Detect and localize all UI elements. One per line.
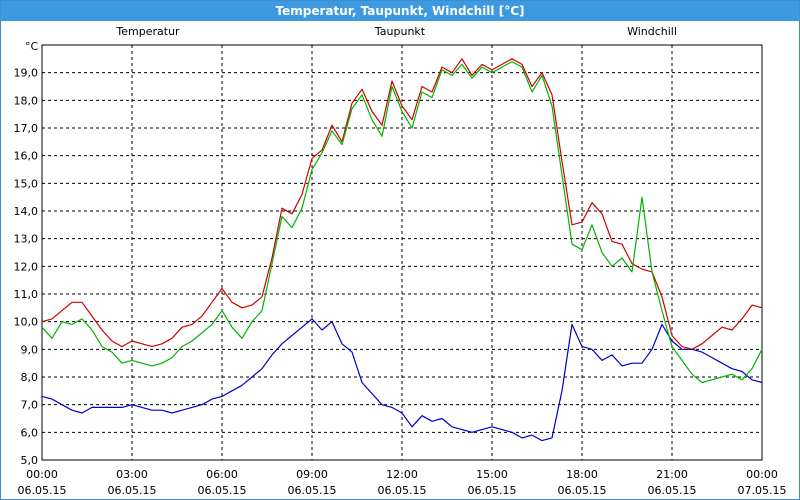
y-axis-unit: °C	[25, 40, 39, 53]
series-line-taupunkt	[41, 318, 763, 442]
y-tick-label: 15,0	[14, 177, 39, 190]
x-tick-date: 06.05.15	[18, 484, 67, 497]
y-axis-ticks: 5,0 6,0 7,0 8,0 9,0 10,0 11,0 12,0 13,0 14,0 15,0 1…	[14, 67, 39, 467]
x-tick-date: 07.05.15	[738, 484, 787, 497]
x-tick-time: 09:00	[296, 468, 328, 481]
y-tick-label: 17,0	[14, 122, 39, 135]
x-tick-time: 06:00	[206, 468, 238, 481]
y-tick-label: 12,0	[14, 260, 39, 273]
x-axis-ticks: 00:00 06.05.15 03:00 06.05.15 06:00 06.05.15 0…	[18, 468, 787, 497]
y-tick-label: 14,0	[14, 205, 39, 218]
y-tick-label: 8,0	[21, 371, 39, 384]
legend-windchill: Windchill	[627, 25, 677, 38]
y-tick-label: 7,0	[21, 399, 39, 412]
legend-taupunkt: Taupunkt	[374, 25, 426, 38]
x-tick-time: 00:00	[26, 468, 58, 481]
chart-legend: Temperatur Taupunkt Windchill	[115, 25, 677, 38]
x-tick-time: 15:00	[476, 468, 508, 481]
y-tick-label: 6,0	[21, 426, 39, 439]
y-tick-label: 10,0	[14, 316, 39, 329]
x-tick-time: 18:00	[566, 468, 598, 481]
x-tick-date: 06.05.15	[468, 484, 517, 497]
x-tick-date: 06.05.15	[108, 484, 157, 497]
grid-lines	[42, 45, 762, 460]
x-tick-time: 03:00	[116, 468, 148, 481]
y-tick-label: 19,0	[14, 67, 39, 80]
y-tick-label: 5,0	[21, 454, 39, 467]
x-tick-date: 06.05.15	[378, 484, 427, 497]
x-tick-time: 00:00	[746, 468, 778, 481]
chart-area: °C 5,0 6,0 7,0 8,0 9,0 10,0 11,0 12,0 13,0 14,0 15…	[14, 25, 787, 497]
y-tick-label: 16,0	[14, 150, 39, 163]
x-tick-date: 06.05.15	[288, 484, 337, 497]
y-tick-label: 18,0	[14, 94, 39, 107]
x-tick-date: 06.05.15	[648, 484, 697, 497]
y-tick-label: 9,0	[21, 343, 39, 356]
legend-temperatur: Temperatur	[115, 25, 180, 38]
x-tick-date: 06.05.15	[558, 484, 607, 497]
x-tick-time: 21:00	[656, 468, 688, 481]
x-tick-date: 06.05.15	[198, 484, 247, 497]
y-tick-label: 13,0	[14, 233, 39, 246]
y-tick-label: 11,0	[14, 288, 39, 301]
x-tick-time: 12:00	[386, 468, 418, 481]
